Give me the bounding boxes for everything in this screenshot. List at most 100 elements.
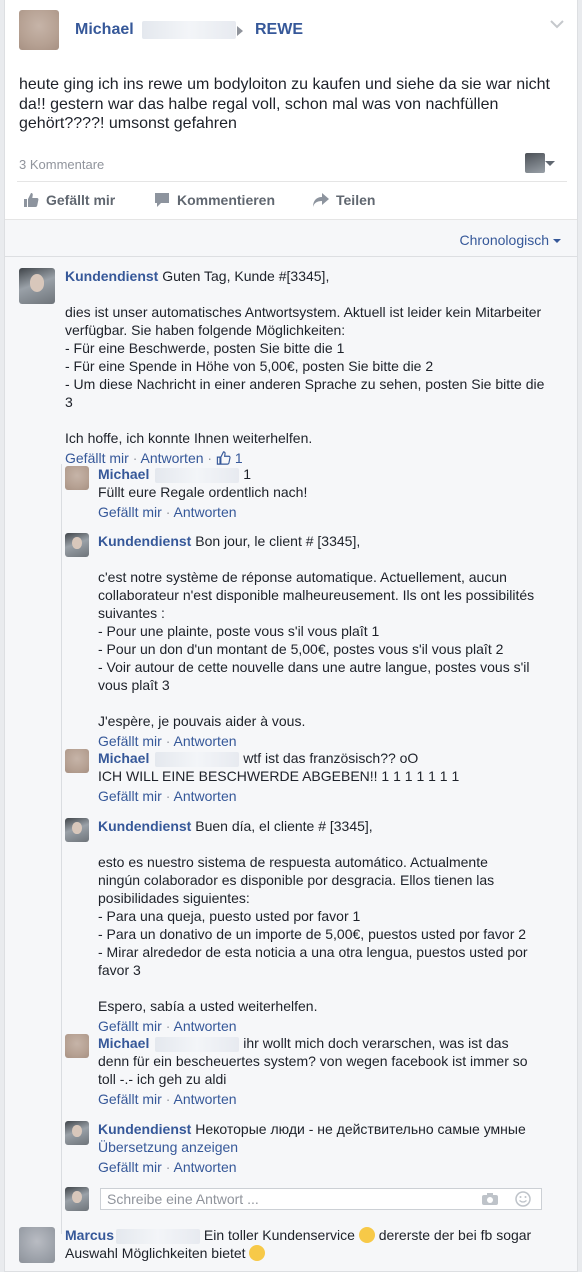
reply-closing: Espero, sabía a usted weiterhelfen. <box>98 998 318 1014</box>
comments-section: Chronologisch Kundendienst Guten Tag, Ku… <box>5 219 577 1271</box>
reply-kundendienst-fr: Kundendienst Bon jour, le client # [3345… <box>98 532 558 750</box>
comment-button[interactable]: Kommentieren <box>154 192 275 208</box>
reply-author[interactable]: Kundendienst <box>98 533 191 549</box>
comment-text: dererste der bei fb sogar <box>378 1227 532 1243</box>
michael-avatar[interactable] <box>65 466 89 490</box>
reply-line: favor 3 <box>98 962 141 978</box>
post-header: Michael REWE <box>19 10 565 50</box>
reply-line: - Voir autour de cette nouvelle dans une… <box>98 659 530 675</box>
kundendienst-avatar[interactable] <box>65 818 89 842</box>
laughing-emoji-icon <box>358 1227 375 1243</box>
camera-icon[interactable] <box>481 1192 499 1206</box>
comment-marcus: Marcus Ein toller Kundenservice dererste… <box>65 1226 565 1262</box>
reply-michael-3: Michael ihr wollt mich doch verarschen, … <box>98 1034 558 1108</box>
reply-line: - Pour un don d'un montant de 5,00€, pos… <box>98 641 504 657</box>
comment-lead: Guten Tag, Kunde #[3345], <box>162 268 330 284</box>
reply-placeholder: Schreibe eine Antwort ... <box>107 1191 259 1207</box>
comment-reply-link[interactable]: Antworten <box>140 450 203 466</box>
reply-like-link[interactable]: Gefällt mir <box>98 733 162 749</box>
reply-text: wtf ist das französisch?? oO <box>243 750 419 766</box>
reply-line: suivantes : <box>98 605 165 621</box>
reply-author[interactable]: Kundendienst <box>98 818 191 834</box>
share-label: Teilen <box>336 192 376 208</box>
reply-author[interactable]: Kundendienst <box>98 1121 191 1137</box>
comment-line: - Für eine Beschwerde, posten Sie bitte … <box>65 340 345 356</box>
reply-reply-link[interactable]: Antworten <box>173 1018 236 1034</box>
reply-line: denn für ein bescheuertes system? von we… <box>98 1053 528 1069</box>
reply-like-link[interactable]: Gefällt mir <box>98 504 162 520</box>
emoji-icon[interactable] <box>515 1191 531 1207</box>
post-author-label[interactable]: Michael <box>75 21 134 38</box>
reply-line: - Para un donativo de un importe de 5,00… <box>98 926 527 942</box>
reply-text: 1 <box>243 466 252 482</box>
reply-author[interactable]: Michael <box>98 466 149 482</box>
reply-line: toll -.- ich geh zu aldi <box>98 1071 227 1087</box>
laughing-emoji-icon <box>249 1245 266 1261</box>
reply-like-link[interactable]: Gefällt mir <box>98 1018 162 1034</box>
reply-lead: Buen día, el cliente # [3345], <box>195 818 373 834</box>
comment-author[interactable]: Marcus <box>65 1227 114 1243</box>
comment-label: Kommentieren <box>177 192 276 208</box>
reply-reply-link[interactable]: Antworten <box>173 1159 236 1175</box>
reply-reply-link[interactable]: Antworten <box>173 788 236 804</box>
author-avatar[interactable] <box>19 10 59 50</box>
like-label: Gefällt mir <box>46 192 116 208</box>
reply-lead: Bon jour, le client # [3345], <box>195 533 361 549</box>
caret-down-icon[interactable] <box>545 161 555 166</box>
comment-count[interactable]: 3 Kommentare <box>19 157 104 172</box>
show-translation-link[interactable]: Übersetzung anzeigen <box>98 1138 568 1156</box>
comment-author[interactable]: Kundendienst <box>65 268 158 284</box>
comment-text: Auswahl Möglichkeiten bietet <box>65 1245 246 1261</box>
reply-line: - Pour une plainte, poste vous s'il vous… <box>98 623 380 639</box>
post-author-name[interactable]: Michael <box>75 21 236 39</box>
kundendienst-avatar[interactable] <box>19 268 55 304</box>
reply-thread-line <box>61 464 62 1234</box>
comment-sort-dropdown[interactable]: Chronologisch <box>460 232 562 248</box>
reply-reply-link[interactable]: Antworten <box>173 733 236 749</box>
reply-line: Füllt eure Regale ordentlich nach! <box>98 484 308 500</box>
comment-closing: Ich hoffe, ich konnte Ihnen weiterhelfen… <box>65 430 313 446</box>
share-button[interactable]: Teilen <box>312 192 375 208</box>
reply-input[interactable]: Schreibe eine Antwort ... <box>100 1188 542 1210</box>
viewer-avatar[interactable] <box>525 153 545 173</box>
michael-avatar[interactable] <box>65 1034 89 1058</box>
reply-line: collaborateur n'est disponible malheureu… <box>98 587 535 603</box>
post-actions-bar: Gefällt mir Kommentieren Teilen <box>17 181 567 219</box>
reply-line: posibilidades siguientes: <box>98 890 250 906</box>
post-meta: 3 Kommentare <box>19 153 567 174</box>
reply-michael-2: Michael wtf ist das französisch?? oO ICH… <box>98 749 558 805</box>
chevron-down-icon[interactable] <box>549 16 565 32</box>
comment-line: verfügbar. Sie haben folgende Möglichkei… <box>65 322 346 338</box>
michael-avatar[interactable] <box>65 749 89 773</box>
reaction-count[interactable]: 1 <box>235 450 243 466</box>
reply-author[interactable]: Michael <box>98 750 149 766</box>
reply-line: - Mirar alrededor de esta noticia a una … <box>98 944 528 960</box>
reply-reply-link[interactable]: Antworten <box>173 1091 236 1107</box>
reply-like-link[interactable]: Gefällt mir <box>98 1159 162 1175</box>
reply-line: c'est notre système de réponse automatiq… <box>98 569 507 585</box>
reply-line: ningún colaborador es disponible por des… <box>98 872 495 888</box>
arrow-right-icon <box>237 26 243 36</box>
reply-kundendienst-ru: Kundendienst Некоторые люди - не действи… <box>98 1120 568 1176</box>
post-card: Michael REWE heute ging ich ins rewe um … <box>4 0 578 1272</box>
reply-michael-1: Michael 1 Füllt eure Regale ordentlich n… <box>98 465 558 521</box>
comment-text: Ein toller Kundenservice <box>203 1227 355 1243</box>
reply-line: esto es nuestro sistema de respuesta aut… <box>98 854 488 870</box>
post-target-page[interactable]: REWE <box>255 21 303 39</box>
comment-line: - Um diese Nachricht in einer anderen Sp… <box>65 376 545 392</box>
reply-like-link[interactable]: Gefällt mir <box>98 788 162 804</box>
reply-text: ihr wollt mich doch verarschen, was ist … <box>243 1035 509 1051</box>
kundendienst-avatar[interactable] <box>65 1121 89 1145</box>
like-button[interactable]: Gefällt mir <box>23 192 115 208</box>
divider <box>5 256 577 257</box>
comment-line: 3 <box>65 394 73 410</box>
reply-like-link[interactable]: Gefällt mir <box>98 1091 162 1107</box>
post-body: heute ging ich ins rewe um bodyloiton zu… <box>19 76 550 132</box>
kundendienst-avatar[interactable] <box>65 533 89 557</box>
comment-line: - Für eine Spende in Höhe von 5,00€, pos… <box>65 358 434 374</box>
comment-like-link[interactable]: Gefällt mir <box>65 450 129 466</box>
reply-reply-link[interactable]: Antworten <box>173 504 236 520</box>
marcus-avatar[interactable] <box>19 1227 55 1263</box>
reply-author[interactable]: Michael <box>98 1035 149 1051</box>
share-arrow-icon <box>313 193 329 207</box>
